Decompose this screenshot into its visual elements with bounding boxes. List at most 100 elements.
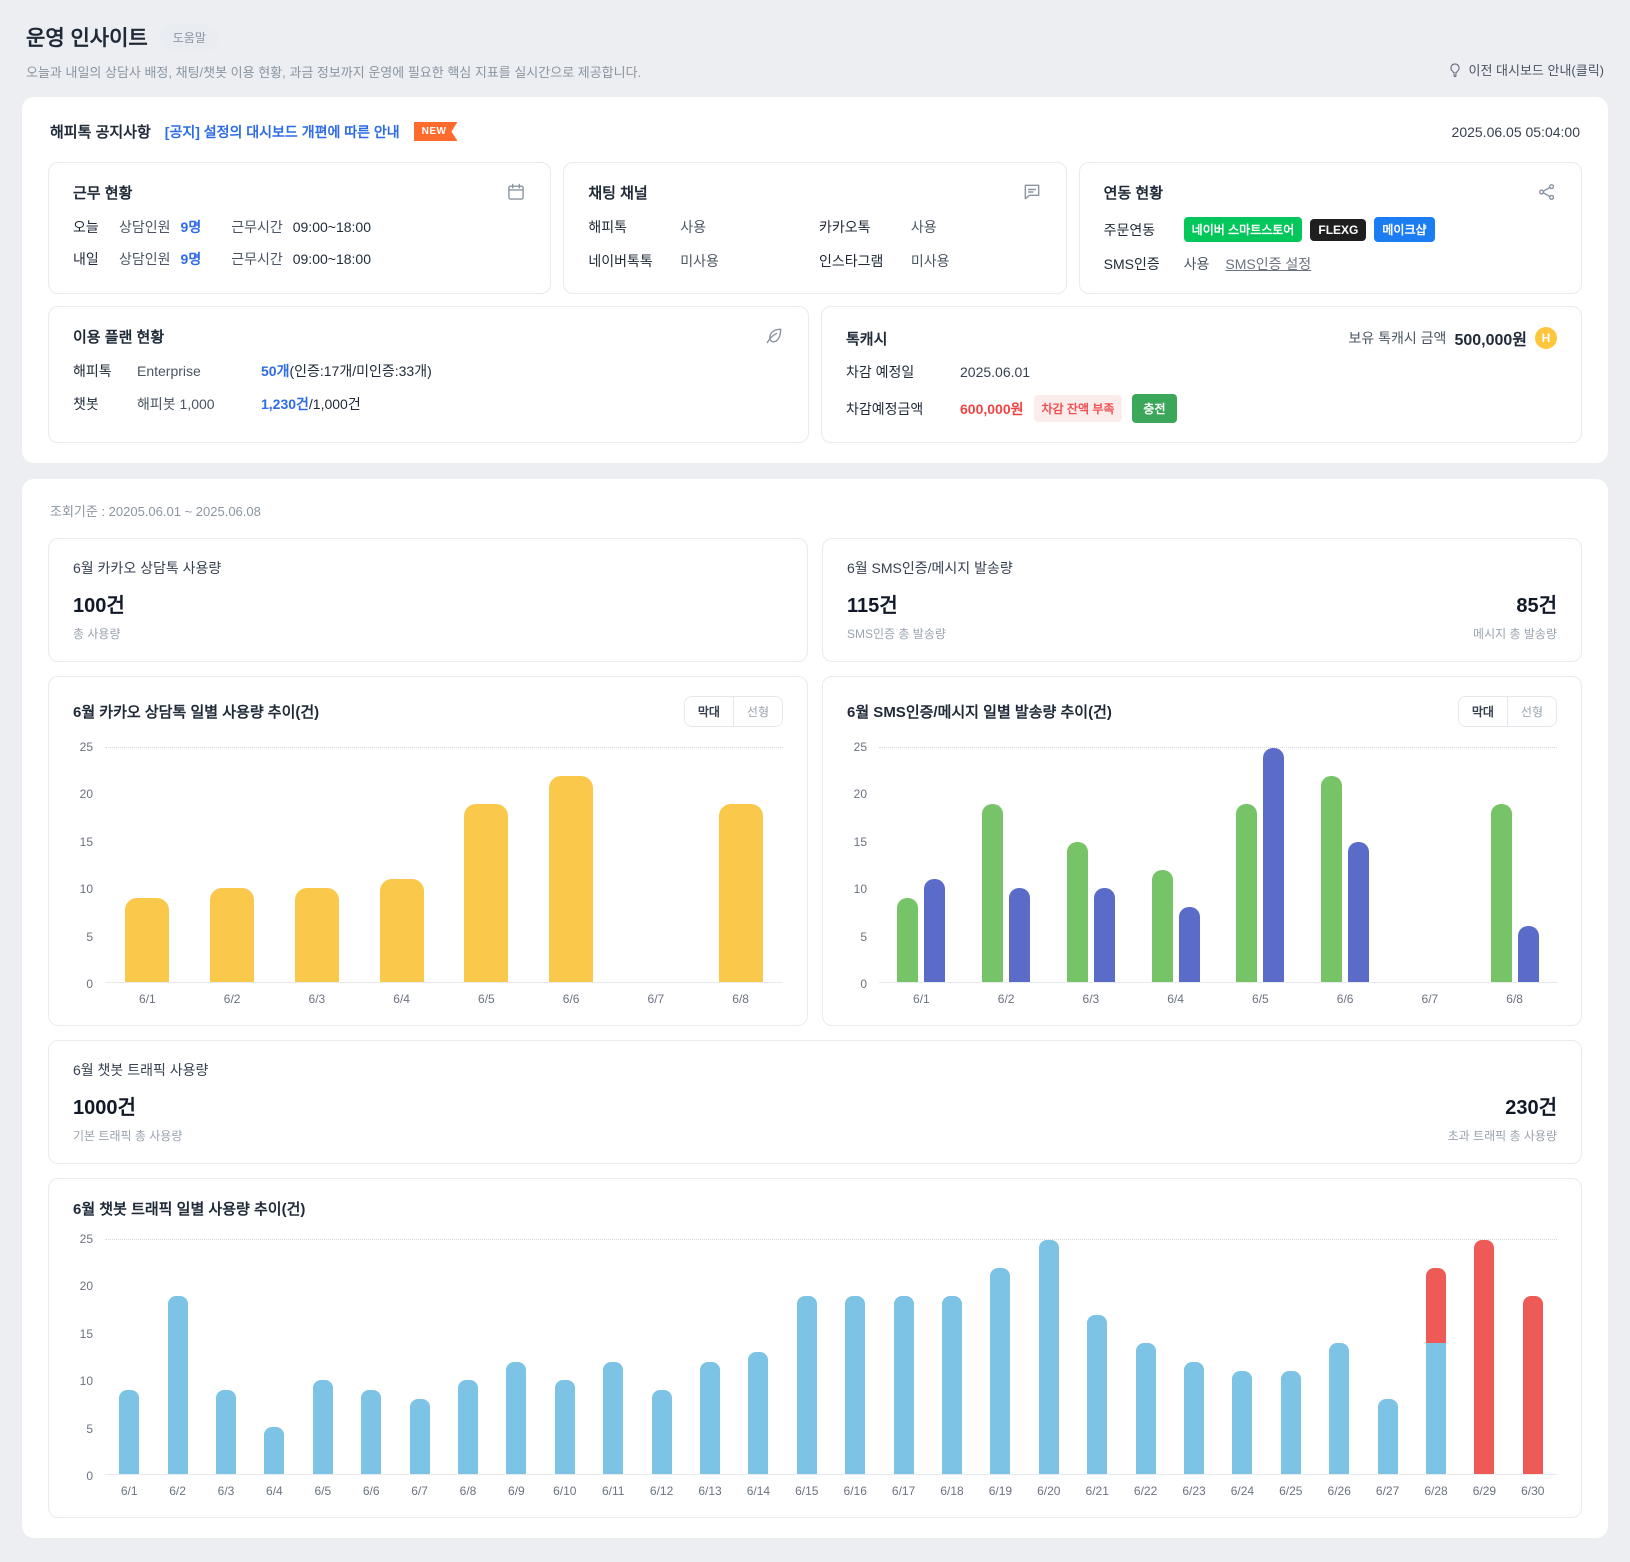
notice-timestamp: 2025.06.05 05:04:00 xyxy=(1451,123,1580,140)
work-status-row-today: 오늘 상담인원 9명 근무시간 09:00~18:00 xyxy=(73,217,526,237)
deduct-date-label: 차감 예정일 xyxy=(846,364,915,380)
bar xyxy=(1321,776,1343,982)
stat-label: 초과 트래픽 총 사용량 xyxy=(1447,1129,1557,1143)
operations-insight-page: 운영 인사이트 도움말 오늘과 내일의 상담사 배정, 채팅/챗봇 이용 현황,… xyxy=(0,0,1630,1562)
status-panel: 해피톡 공지사항 [공지] 설정의 대시보드 개편에 따른 안내 NEW 202… xyxy=(22,97,1608,463)
x-tick-label: 6/23 xyxy=(1182,1484,1206,1498)
toggle-bar-option[interactable]: 막대 xyxy=(684,697,733,726)
bar-segment xyxy=(1522,1296,1543,1474)
bar-segment xyxy=(990,1268,1011,1474)
x-tick-label: 6/22 xyxy=(1133,1484,1158,1498)
x-tick-label: 6/24 xyxy=(1230,1484,1255,1498)
work-status-row-tomorrow: 내일 상담인원 9명 근무시간 09:00~18:00 xyxy=(73,249,526,269)
bar-group xyxy=(1363,1240,1411,1474)
sms-auth-label: SMS인증 xyxy=(1103,256,1160,272)
makeshop-badge: 메이크샵 xyxy=(1374,217,1435,242)
bar xyxy=(1517,925,1539,982)
plan-cash-row: 이용 플랜 현황 해피톡 Enterprise 50개 (인증:17개/미인증:… xyxy=(48,306,1582,443)
notice-label: 해피톡 공지사항 xyxy=(50,124,151,141)
bar-group xyxy=(190,748,275,982)
notice-link[interactable]: [공지] 설정의 대시보드 개편에 따른 안내 xyxy=(165,122,400,142)
chat-channels-card: 채팅 채널 해피톡 사용 카카오톡 사용 네이버톡톡 미사용 인스타그램 미사용 xyxy=(563,162,1067,294)
agents-count: 9명 xyxy=(180,219,202,235)
toggle-line-option[interactable]: 선형 xyxy=(1506,697,1556,726)
bar-segment xyxy=(941,1296,962,1474)
sms-auth-status: 사용 xyxy=(1183,256,1210,272)
plan-usage-card: 이용 플랜 현황 해피톡 Enterprise 50개 (인증:17개/미인증:… xyxy=(48,306,809,443)
bar-segment xyxy=(1377,1399,1398,1474)
toggle-line-option[interactable]: 선형 xyxy=(732,697,782,726)
bar-segment xyxy=(264,1427,285,1474)
channel-status: 사용 xyxy=(680,219,706,235)
bar xyxy=(1490,804,1512,982)
page-subtitle: 오늘과 내일의 상담사 배정, 채팅/챗봇 이용 현황, 과금 정보까지 운영에… xyxy=(26,65,642,80)
stat-label: SMS인증 총 발송량 xyxy=(847,627,946,641)
channel-name: 네이버톡톡 xyxy=(588,253,653,269)
bar-group xyxy=(299,1240,347,1474)
prev-dashboard-link[interactable]: 이전 대시보드 안내(클릭) xyxy=(1447,60,1604,81)
bar-group xyxy=(105,748,190,982)
charge-button[interactable]: 충전 xyxy=(1132,394,1177,423)
plan-count-detail: (인증:17개/미인증:33개) xyxy=(289,363,432,379)
y-tick-label: 20 xyxy=(79,1279,93,1294)
bar-group xyxy=(275,748,360,982)
toggle-bar-option[interactable]: 막대 xyxy=(1458,697,1507,726)
x-tick-label: 6/8 xyxy=(459,1484,477,1498)
deduct-date-row: 차감 예정일 2025.06.01 xyxy=(846,362,1557,382)
x-tick-label: 6/20 xyxy=(1037,1484,1061,1498)
plan-count: 1,230건 xyxy=(261,396,309,412)
plan-tier: 해피봇 1,000 xyxy=(137,396,215,412)
bar-group xyxy=(1133,748,1218,982)
bar xyxy=(982,804,1004,982)
bar-segment xyxy=(409,1399,430,1474)
plan-product: 챗봇 xyxy=(73,396,99,412)
bar-group xyxy=(928,1240,976,1474)
page-header: 운영 인사이트 도움말 오늘과 내일의 상담사 배정, 채팅/챗봇 이용 현황,… xyxy=(22,20,1608,81)
bar-group xyxy=(637,1240,685,1474)
agents-label: 상담인원 xyxy=(119,251,171,267)
plan-product: 해피톡 xyxy=(73,363,112,379)
sms-auth-total: 115건 SMS인증 총 발송량 xyxy=(847,578,946,642)
hours-label: 근무시간 xyxy=(231,251,283,267)
x-axis: 6/1 6/2 6/3 6/4 6/5 6/6 6/7 6/8 xyxy=(105,983,783,1006)
bar xyxy=(464,804,509,982)
bar-segment xyxy=(1183,1361,1204,1474)
bar xyxy=(1009,888,1031,982)
chart-title: 6월 SMS인증/메시지 일별 발송량 추이(건) xyxy=(847,704,1112,721)
x-tick-label: 6/12 xyxy=(649,1484,674,1498)
y-tick-label: 0 xyxy=(86,1469,93,1483)
chatbot-daily-chart-card: 6월 챗봇 트래픽 일별 사용량 추이(건) 0 5 10 15 20 25 6/1 6/2… xyxy=(48,1178,1582,1518)
x-tick-label: 6/5 xyxy=(1252,992,1269,1006)
notice-bar: 해피톡 공지사항 [공지] 설정의 대시보드 개편에 따른 안내 NEW 202… xyxy=(48,117,1582,162)
stacked-bar xyxy=(1183,1240,1204,1474)
talk-cash-balance: 보유 톡캐시 금액 500,000원 H xyxy=(1348,326,1557,350)
talk-cash-title: 톡캐시 xyxy=(846,330,888,348)
chart-title: 6월 챗봇 트래픽 일별 사용량 추이(건) xyxy=(73,1201,306,1218)
sms-daily-chart-card: 6월 SMS인증/메시지 일별 발송량 추이(건) 막대 선형 0 5 10 15 20… xyxy=(822,676,1582,1026)
x-tick-label: 6/8 xyxy=(1506,992,1523,1006)
x-tick-label: 6/6 xyxy=(1336,992,1354,1006)
talk-cash-card: 톡캐시 보유 톡캐시 금액 500,000원 H 차감 예정일 2025.06.… xyxy=(821,306,1582,443)
x-tick-label: 6/1 xyxy=(139,992,156,1006)
metrics-panel: 조회기준 : 20205.06.01 ~ 2025.06.08 6월 카카오 상… xyxy=(22,479,1608,1538)
x-tick-label: 6/16 xyxy=(843,1484,867,1498)
x-tick-label: 6/9 xyxy=(508,1484,525,1498)
help-button[interactable]: 도움말 xyxy=(159,23,219,51)
chart-type-toggle: 막대 선형 xyxy=(1457,696,1557,727)
stacked-bar xyxy=(167,1240,188,1474)
plan-usage-title: 이용 플랜 현황 xyxy=(73,329,165,346)
bar-group xyxy=(1267,1240,1315,1474)
stacked-bar xyxy=(796,1240,817,1474)
sms-settings-link[interactable]: SMS인증 설정 xyxy=(1225,254,1311,274)
bar xyxy=(1093,888,1115,982)
x-tick-label: 6/2 xyxy=(997,992,1015,1006)
x-tick-label: 6/1 xyxy=(120,1484,138,1498)
chatbot-traffic-stat-card: 6월 챗봇 트래픽 사용량 1000건 기본 트래픽 총 사용량 230건 초과… xyxy=(48,1040,1582,1164)
bar-segment xyxy=(1280,1371,1301,1474)
bar-group xyxy=(879,1240,927,1474)
stacked-bar xyxy=(1474,1240,1495,1474)
page-title: 운영 인사이트 xyxy=(26,27,148,50)
bar xyxy=(210,888,255,982)
x-tick-label: 6/26 xyxy=(1327,1484,1351,1498)
deduct-amount-value: 600,000원 xyxy=(960,400,1024,417)
